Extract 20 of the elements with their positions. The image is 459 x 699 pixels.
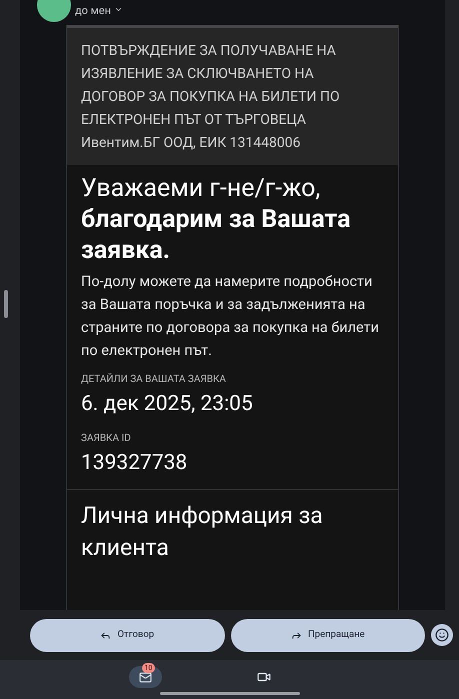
email-header: ПОТВЪРЖДЕНИЕ ЗА ПОЛУЧАВАНЕ НА ИЗЯВЛЕНИЕ ЗА СКЛЮЧВАНЕТО НА ДОГОВОР ЗА ПОКУПКА НА БИЛЕТИ ПО ЕЛЕКТРОНЕН ПЪТ ОТ ТЪРГОВЕЦА Ивентим.БГ ООД, ЕИК 131448006 [81,42,341,153]
smiley-icon [435,628,450,642]
forward-button[interactable]: Препращане [230,618,426,652]
order-date: 6. дек 2025, 23:05 [81,391,254,418]
order-id: 139327738 [81,450,188,476]
thanks-heading: благодарим за Вашата заявка. [81,204,352,266]
order-id-label: ЗАЯВКА ID [81,432,132,446]
reply-button[interactable]: Отговор [30,618,225,652]
video-icon[interactable] [256,670,270,684]
scroll-handle[interactable] [4,290,8,318]
recipient-label: до мен [75,3,111,19]
mail-icon [138,670,152,684]
forward-icon [291,630,302,640]
greeting: Уважаеми г-не/г-жо, [81,173,322,204]
section-title: Лична информация за клиента [81,501,324,563]
intro-text: По-долу можете да намерите подробности за Вашата поръчка и за задълженията на страните по договора за покупка на билети по електронен път. [81,272,380,361]
chevron-down-icon[interactable] [114,5,123,14]
details-label: ДЕТАЙЛИ ЗА ВАШАТА ЗАЯВКА [81,372,227,387]
reply-icon [100,630,112,640]
emoji-button[interactable] [431,624,453,646]
